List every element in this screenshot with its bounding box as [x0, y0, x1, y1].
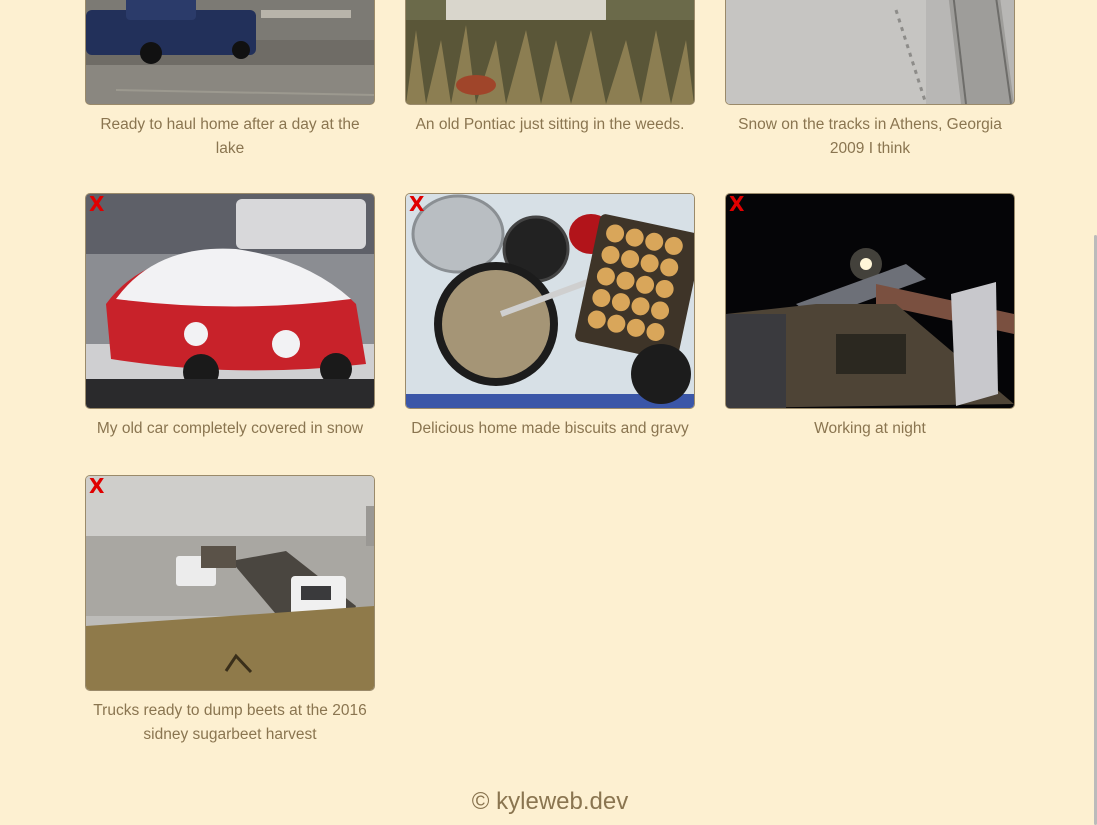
photo-caption: Working at night — [814, 420, 926, 437]
gallery-card: X Working at night — [725, 193, 1015, 441]
photo-caption: An old Pontiac just sitting in the weeds… — [415, 116, 685, 133]
gallery-card: An old Pontiac just sitting in the weeds… — [405, 0, 695, 137]
photo-caption: Trucks ready to dump beets at the 2016 s… — [93, 702, 367, 743]
photo-caption: Delicious home made biscuits and gravy — [411, 420, 689, 437]
gallery-page: Ready to haul home after a day at the la… — [0, 0, 1097, 825]
delete-photo-button[interactable]: X — [89, 194, 104, 214]
photo-caption: Ready to haul home after a day at the la… — [100, 116, 360, 157]
photo-beet-trucks[interactable]: X — [85, 475, 375, 691]
delete-photo-button[interactable]: X — [409, 194, 424, 214]
gallery-card: X Delicious home made biscuits and gravy — [405, 193, 695, 441]
photo-snow-covered-car[interactable]: X — [85, 193, 375, 409]
delete-photo-button[interactable]: X — [89, 476, 104, 496]
delete-photo-button[interactable]: X — [729, 194, 744, 214]
photo-snowy-tracks[interactable] — [725, 0, 1015, 105]
photo-old-pontiac[interactable] — [405, 0, 695, 105]
photo-caption: My old car completely covered in snow — [96, 420, 364, 437]
gallery-card: Ready to haul home after a day at the la… — [85, 0, 375, 161]
footer-copyright: © kyleweb.dev — [471, 788, 629, 815]
photo-biscuits-and-gravy[interactable]: X — [405, 193, 695, 409]
photo-working-at-night[interactable]: X — [725, 193, 1015, 409]
photo-caption: Snow on the tracks in Athens, Georgia 20… — [738, 116, 1002, 157]
gallery-card: X My old car completely covered in snow — [85, 193, 375, 441]
gallery-card: Snow on the tracks in Athens, Georgia 20… — [725, 0, 1015, 161]
photo-pickup-truck[interactable] — [85, 0, 375, 105]
gallery-card: X Trucks ready to dump beets at the 2016… — [85, 475, 375, 747]
